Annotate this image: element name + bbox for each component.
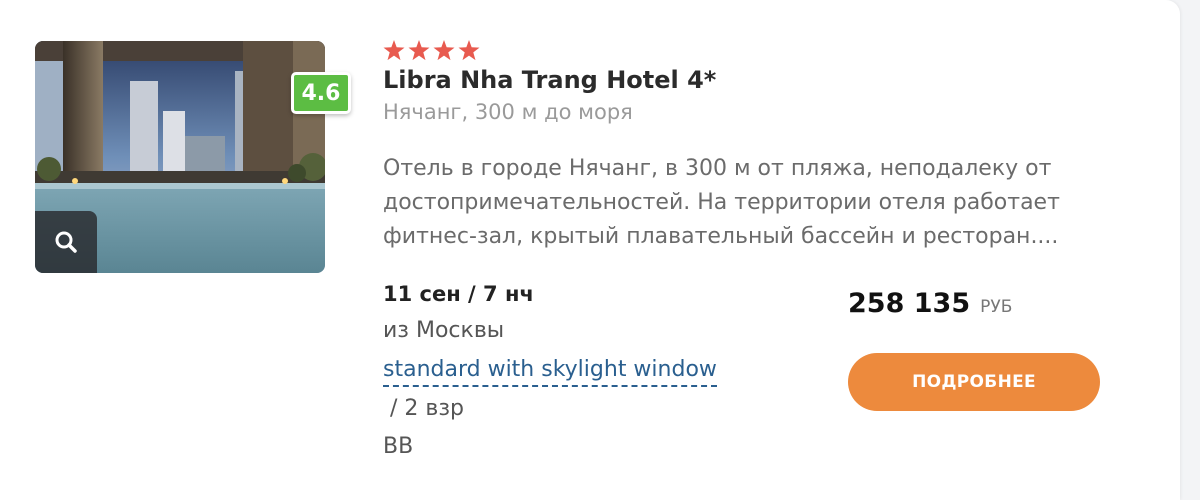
price-currency: РУБ xyxy=(980,297,1013,317)
star-icon xyxy=(408,40,430,61)
departure-city: из Москвы xyxy=(383,318,505,343)
tour-dates: 11 сен / 7 нч xyxy=(383,282,534,306)
zoom-button[interactable] xyxy=(35,211,97,273)
hotel-card: 4.6 Libra Nha Trang Hotel 4* Нячанг, 300… xyxy=(0,0,1180,500)
details-button[interactable]: ПОДРОБНЕЕ xyxy=(848,353,1100,411)
price-amount: 258 135 xyxy=(848,288,971,319)
description-line: фитнес-зал, крытый плавательный бассейн … xyxy=(383,224,1059,249)
description-line: Отель в городе Нячанг, в 300 м от пляжа,… xyxy=(383,156,1052,181)
hotel-name[interactable]: Libra Nha Trang Hotel 4* xyxy=(383,66,716,94)
star-icon xyxy=(433,40,455,61)
description-line: достопримечательностей. На территории от… xyxy=(383,190,1060,215)
room-type-link[interactable]: standard with skylight window xyxy=(383,356,717,387)
star-icon xyxy=(458,40,480,61)
star-rating xyxy=(383,40,480,61)
guests-count: / 2 взр xyxy=(383,396,465,421)
hotel-description: Отель в городе Нячанг, в 300 м от пляжа,… xyxy=(383,152,1123,254)
hotel-location: Нячанг, 300 м до моря xyxy=(383,100,633,124)
star-icon xyxy=(383,40,405,61)
search-icon xyxy=(55,231,77,253)
price: 258 135 РУБ xyxy=(848,288,1012,319)
rating-badge: 4.6 xyxy=(291,72,351,114)
meal-plan: BB xyxy=(383,434,414,459)
